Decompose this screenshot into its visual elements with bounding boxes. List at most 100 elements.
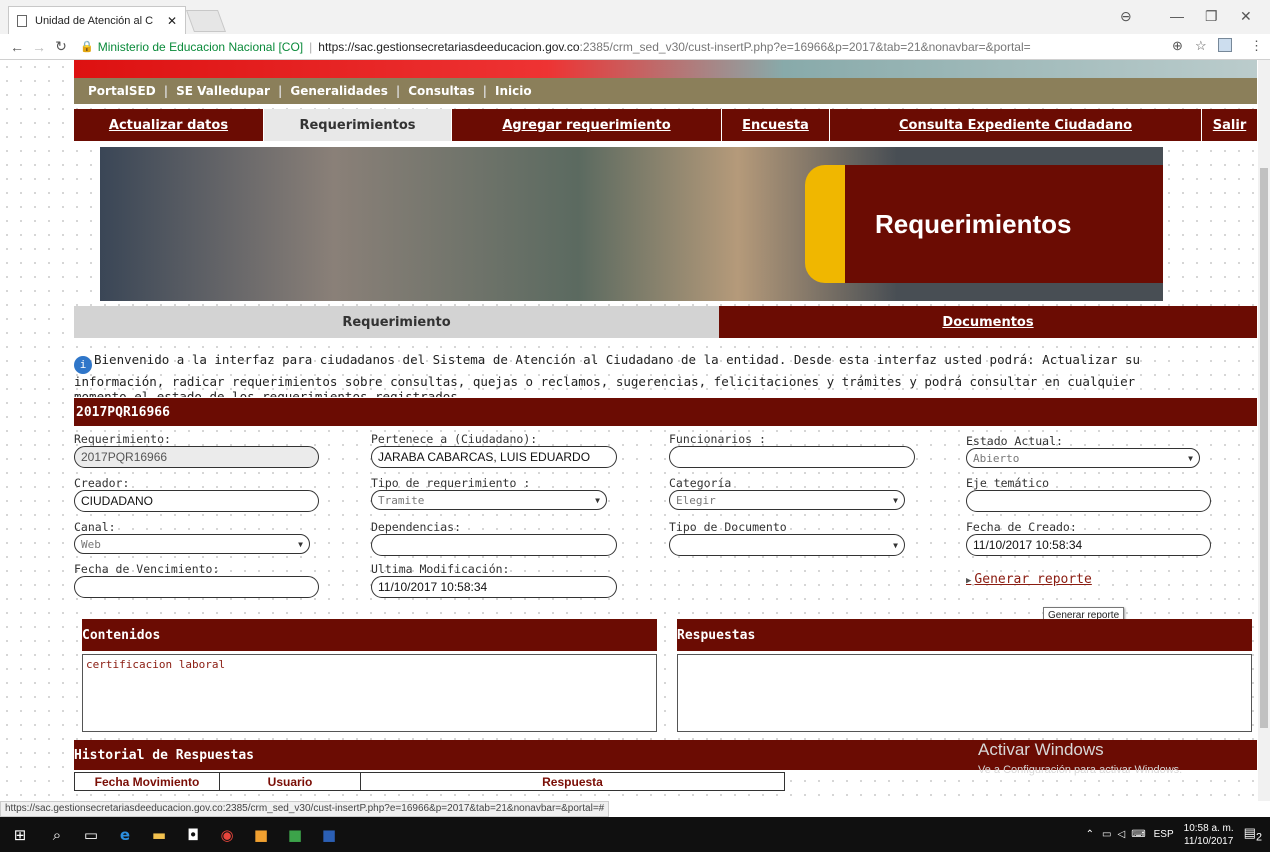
requirement-code: 2017PQR16966 — [76, 404, 170, 420]
chevron-up-icon[interactable]: ⌃ — [1086, 829, 1094, 840]
address-bar[interactable]: https://sac.gestionsecretariasdeeducacio… — [318, 40, 1030, 54]
nav-actualizar-datos[interactable]: Actualizar datos — [74, 109, 264, 141]
site-identity[interactable]: Ministerio de Educacion Nacional [CO] — [98, 40, 303, 54]
windows-start-icon[interactable]: ⊞ — [0, 817, 40, 852]
reload-icon[interactable]: ↻ — [50, 38, 72, 55]
scrollbar-thumb[interactable] — [1260, 168, 1268, 728]
top-nav-se-valledupar[interactable]: SE Valledupar — [176, 84, 270, 98]
select-estado[interactable]: Abierto ▼ — [966, 448, 1200, 468]
chrome-icon[interactable]: ◉ — [210, 817, 244, 852]
language-indicator[interactable]: ESP — [1154, 829, 1174, 840]
outlook-icon[interactable]: ■ — [244, 817, 278, 852]
close-tab-icon[interactable]: ✕ — [167, 14, 177, 28]
status-bar-url: https://sac.gestionsecretariasdeeducacio… — [0, 801, 610, 817]
input-pertenece[interactable]: JARABA CABARCAS, LUIS EDUARDO — [371, 446, 617, 468]
label-dependencias: Dependencias: — [371, 520, 462, 534]
label-pertenece: Pertenece a (Ciudadano): — [371, 432, 538, 446]
top-nav-generalidades[interactable]: Generalidades — [290, 84, 387, 98]
activate-line1: Activar Windows — [978, 740, 1104, 759]
label-fecha-creado: Fecha de Creado: — [966, 520, 1077, 534]
address-separator: | — [309, 39, 313, 54]
excel-icon[interactable]: ■ — [278, 817, 312, 852]
select-categoria[interactable]: Elegir ▼ — [669, 490, 905, 510]
vertical-scrollbar[interactable] — [1258, 60, 1270, 801]
input-requerimiento[interactable]: 2017PQR16966 — [74, 446, 319, 468]
url-path: :2385/crm_sed_v30/cust-insertP.php?e=169… — [579, 39, 1031, 54]
bookmark-star-icon[interactable]: ☆ — [1195, 38, 1207, 54]
label-eje-tematico: Eje temático — [966, 476, 1050, 490]
select-canal[interactable]: Web ▼ — [74, 534, 310, 554]
generar-reporte-link[interactable]: ▶ Generar reporte — [966, 572, 1092, 587]
label-estado: Estado Actual: — [966, 434, 1063, 448]
info-text: Bienvenido a la interfaz para ciudadanos… — [74, 352, 1141, 397]
top-nav-consultas[interactable]: Consultas — [408, 84, 474, 98]
column-fecha-movimiento: Fecha Movimiento — [74, 772, 220, 791]
historial-table: Fecha Movimiento Usuario Respuesta — [74, 772, 785, 791]
task-view-icon[interactable]: ▭ — [74, 817, 108, 852]
respuestas-textarea[interactable] — [677, 654, 1252, 732]
profile-icon[interactable]: ⊖ — [1120, 8, 1132, 25]
clock[interactable]: 10:58 a. m. 11/10/2017 — [1184, 822, 1234, 848]
nav-divider: | — [277, 84, 283, 98]
historial-title: Historial de Respuestas — [74, 747, 255, 763]
clock-date: 11/10/2017 — [1184, 835, 1234, 847]
nav-divider: | — [163, 84, 169, 98]
info-icon: i — [74, 356, 92, 374]
tab-documentos[interactable]: Documentos — [719, 306, 1257, 338]
clock-time: 10:58 a. m. — [1183, 822, 1234, 834]
back-icon[interactable]: ← — [6, 39, 28, 55]
network-icon[interactable]: ▭ — [1102, 829, 1111, 840]
chevron-down-icon: ▼ — [893, 495, 898, 505]
table-header-row: Fecha Movimiento Usuario Respuesta — [74, 772, 785, 791]
input-ultima-modificacion[interactable]: 11/10/2017 10:58:34 — [371, 576, 617, 598]
menu-icon[interactable]: ⋮ — [1250, 38, 1263, 54]
top-nav-inicio[interactable]: Inicio — [495, 84, 532, 98]
browser-tab[interactable]: Unidad de Atención al C ✕ — [8, 6, 186, 34]
file-explorer-icon[interactable]: ▬ — [142, 817, 176, 852]
top-nav: PortalSED | SE Valledupar | Generalidades |… — [74, 78, 1257, 104]
forward-icon[interactable]: → — [28, 39, 50, 55]
close-window-icon[interactable]: ✕ — [1240, 8, 1252, 25]
field-ultima-modificacion: Ultima Modificación: 11/10/2017 10:58:34 — [371, 562, 617, 598]
input-funcionarios[interactable] — [669, 446, 915, 468]
select-tipo-requerimiento[interactable]: Tramite ▼ — [371, 490, 607, 510]
extension-icon[interactable] — [1218, 38, 1232, 52]
notification-count: 2 — [1255, 831, 1262, 844]
select-estado-value: Abierto — [973, 451, 1020, 465]
nav-requerimientos[interactable]: Requerimientos — [264, 109, 452, 141]
top-nav-portalsed[interactable]: PortalSED — [88, 84, 156, 98]
nav-divider: | — [482, 84, 487, 98]
label-funcionarios: Funcionarios : — [669, 432, 766, 446]
input-fecha-creado[interactable]: 11/10/2017 10:58:34 — [966, 534, 1211, 556]
label-tipo-documento: Tipo de Documento — [669, 520, 787, 534]
nav-consulta-expediente[interactable]: Consulta Expediente Ciudadano — [830, 109, 1202, 141]
nav-divider: | — [395, 84, 401, 98]
input-eje-tematico[interactable] — [966, 490, 1211, 512]
nav-salir[interactable]: Salir — [1202, 109, 1257, 141]
zoom-icon[interactable]: ⊕ — [1172, 38, 1183, 54]
nav-encuesta[interactable]: Encuesta — [722, 109, 830, 141]
nav-agregar-requerimiento[interactable]: Agregar requerimiento — [452, 109, 722, 141]
edge-icon[interactable]: e — [108, 817, 142, 852]
contenidos-textarea[interactable]: certificacion laboral — [82, 654, 657, 732]
input-dependencias[interactable] — [371, 534, 617, 556]
field-estado: Estado Actual: Abierto ▼ — [966, 434, 1200, 468]
select-tipo-documento[interactable]: ▼ — [669, 534, 905, 556]
word-icon[interactable]: ■ — [312, 817, 346, 852]
lock-icon[interactable]: 🔒 — [80, 40, 94, 53]
column-respuesta: Respuesta — [360, 772, 785, 791]
notifications-icon[interactable]: ▤2 — [1244, 825, 1262, 844]
tab-requerimiento[interactable]: Requerimiento — [74, 306, 719, 338]
new-tab-button[interactable] — [185, 10, 227, 32]
store-icon[interactable]: ◘ — [176, 817, 210, 852]
minimize-icon[interactable]: — — [1170, 8, 1184, 24]
input-creador[interactable]: CIUDADANO — [74, 490, 319, 512]
search-icon[interactable]: ⌕ — [40, 817, 74, 852]
field-dependencias: Dependencias: — [371, 520, 617, 556]
respuestas-header: Respuestas — [677, 619, 1252, 651]
respuestas-title: Respuestas — [677, 627, 756, 643]
input-fecha-vencimiento[interactable] — [74, 576, 319, 598]
restore-icon[interactable]: ❐ — [1205, 8, 1218, 25]
volume-icon[interactable]: ◁ — [1117, 829, 1125, 840]
keyboard-icon[interactable]: ⌨ — [1131, 829, 1145, 840]
